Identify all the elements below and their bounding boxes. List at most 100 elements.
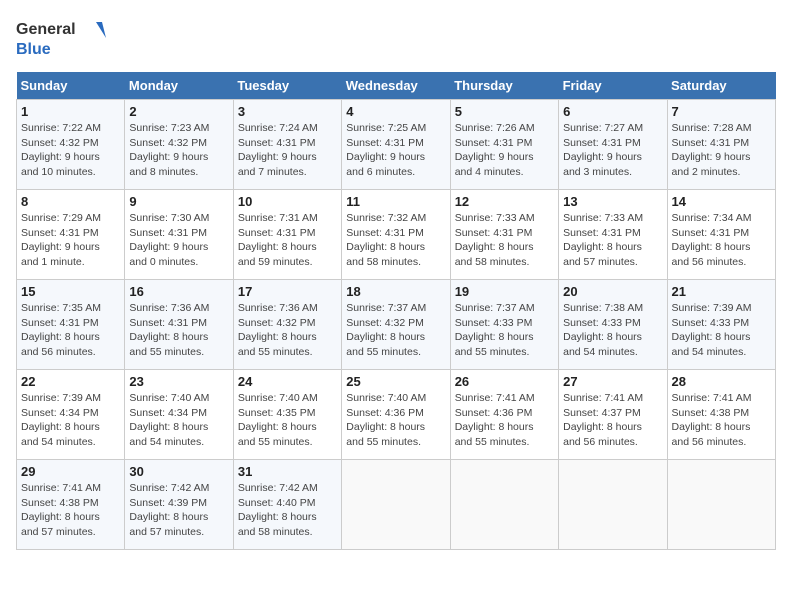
calendar-cell: 24 Sunrise: 7:40 AMSunset: 4:35 PMDayligh… — [233, 370, 341, 460]
calendar-header-wednesday: Wednesday — [342, 72, 450, 100]
day-number: 4 — [346, 104, 445, 119]
calendar-week-3: 15 Sunrise: 7:35 AMSunset: 4:31 PMDayligh… — [17, 280, 776, 370]
calendar-cell: 30Sunrise: 7:42 AMSunset: 4:39 PMDayligh… — [125, 460, 233, 550]
day-number: 23 — [129, 374, 228, 389]
logo-icon: General Blue — [16, 16, 106, 60]
day-info: Sunrise: 7:37 AMSunset: 4:33 PMDaylight:… — [455, 301, 554, 360]
day-info: Sunrise: 7:30 AMSunset: 4:31 PMDaylight:… — [129, 211, 228, 270]
day-info: Sunrise: 7:36 AMSunset: 4:32 PMDaylight:… — [238, 301, 337, 360]
day-info: Sunrise: 7:31 AMSunset: 4:31 PMDaylight:… — [238, 211, 337, 270]
logo: General Blue — [16, 16, 106, 60]
day-number: 18 — [346, 284, 445, 299]
day-info: Sunrise: 7:39 AMSunset: 4:33 PMDaylight:… — [672, 301, 771, 360]
day-number: 14 — [672, 194, 771, 209]
calendar-header-friday: Friday — [559, 72, 667, 100]
day-info: Sunrise: 7:40 AMSunset: 4:36 PMDaylight:… — [346, 391, 445, 450]
day-info: Sunrise: 7:40 AMSunset: 4:34 PMDaylight:… — [129, 391, 228, 450]
calendar-cell: 16 Sunrise: 7:36 AMSunset: 4:31 PMDayligh… — [125, 280, 233, 370]
day-info: Sunrise: 7:25 AMSunset: 4:31 PMDaylight:… — [346, 121, 445, 180]
calendar-cell: 21 Sunrise: 7:39 AMSunset: 4:33 PMDayligh… — [667, 280, 775, 370]
day-info: Sunrise: 7:41 AMSunset: 4:38 PMDaylight:… — [21, 481, 120, 540]
calendar-cell: 10 Sunrise: 7:31 AMSunset: 4:31 PMDayligh… — [233, 190, 341, 280]
day-number: 20 — [563, 284, 662, 299]
day-number: 24 — [238, 374, 337, 389]
day-number: 28 — [672, 374, 771, 389]
day-number: 1 — [21, 104, 120, 119]
day-number: 16 — [129, 284, 228, 299]
calendar-week-4: 22 Sunrise: 7:39 AMSunset: 4:34 PMDayligh… — [17, 370, 776, 460]
day-info: Sunrise: 7:28 AMSunset: 4:31 PMDaylight:… — [672, 121, 771, 180]
calendar-cell: 8 Sunrise: 7:29 AMSunset: 4:31 PMDaylight… — [17, 190, 125, 280]
calendar-cell: 14Sunrise: 7:34 AMSunset: 4:31 PMDayligh… — [667, 190, 775, 280]
day-number: 6 — [563, 104, 662, 119]
calendar-cell: 11 Sunrise: 7:32 AMSunset: 4:31 PMDayligh… — [342, 190, 450, 280]
calendar-cell: 13 Sunrise: 7:33 AMSunset: 4:31 PMDayligh… — [559, 190, 667, 280]
day-number: 17 — [238, 284, 337, 299]
calendar-week-2: 8 Sunrise: 7:29 AMSunset: 4:31 PMDaylight… — [17, 190, 776, 280]
day-number: 15 — [21, 284, 120, 299]
calendar-week-1: 1 Sunrise: 7:22 AMSunset: 4:32 PMDaylight… — [17, 100, 776, 190]
calendar-cell: 28Sunrise: 7:41 AMSunset: 4:38 PMDayligh… — [667, 370, 775, 460]
svg-text:General: General — [16, 21, 76, 38]
calendar-cell: 5 Sunrise: 7:26 AMSunset: 4:31 PMDaylight… — [450, 100, 558, 190]
day-info: Sunrise: 7:42 AMSunset: 4:40 PMDaylight:… — [238, 481, 337, 540]
day-info: Sunrise: 7:41 AMSunset: 4:36 PMDaylight:… — [455, 391, 554, 450]
day-number: 5 — [455, 104, 554, 119]
day-number: 29 — [21, 464, 120, 479]
calendar-cell: 1 Sunrise: 7:22 AMSunset: 4:32 PMDaylight… — [17, 100, 125, 190]
calendar-table: SundayMondayTuesdayWednesdayThursdayFrid… — [16, 72, 776, 550]
calendar-cell: 7 Sunrise: 7:28 AMSunset: 4:31 PMDaylight… — [667, 100, 775, 190]
calendar-cell — [342, 460, 450, 550]
day-number: 2 — [129, 104, 228, 119]
day-number: 8 — [21, 194, 120, 209]
calendar-cell: 17 Sunrise: 7:36 AMSunset: 4:32 PMDayligh… — [233, 280, 341, 370]
day-info: Sunrise: 7:32 AMSunset: 4:31 PMDaylight:… — [346, 211, 445, 270]
calendar-header-tuesday: Tuesday — [233, 72, 341, 100]
calendar-cell: 3Sunrise: 7:24 AMSunset: 4:31 PMDaylight… — [233, 100, 341, 190]
day-number: 19 — [455, 284, 554, 299]
calendar-cell: 9 Sunrise: 7:30 AMSunset: 4:31 PMDaylight… — [125, 190, 233, 280]
day-info: Sunrise: 7:40 AMSunset: 4:35 PMDaylight:… — [238, 391, 337, 450]
day-number: 26 — [455, 374, 554, 389]
day-number: 11 — [346, 194, 445, 209]
day-number: 22 — [21, 374, 120, 389]
day-number: 21 — [672, 284, 771, 299]
calendar-cell: 23 Sunrise: 7:40 AMSunset: 4:34 PMDayligh… — [125, 370, 233, 460]
calendar-header-sunday: Sunday — [17, 72, 125, 100]
calendar-cell: 6Sunrise: 7:27 AMSunset: 4:31 PMDaylight… — [559, 100, 667, 190]
calendar-header-monday: Monday — [125, 72, 233, 100]
day-number: 27 — [563, 374, 662, 389]
calendar-cell: 4 Sunrise: 7:25 AMSunset: 4:31 PMDaylight… — [342, 100, 450, 190]
day-info: Sunrise: 7:24 AMSunset: 4:31 PMDaylight:… — [238, 121, 337, 180]
day-number: 9 — [129, 194, 228, 209]
day-info: Sunrise: 7:41 AMSunset: 4:37 PMDaylight:… — [563, 391, 662, 450]
calendar-cell: 2Sunrise: 7:23 AMSunset: 4:32 PMDaylight… — [125, 100, 233, 190]
day-number: 30 — [129, 464, 228, 479]
calendar-cell: 22 Sunrise: 7:39 AMSunset: 4:34 PMDayligh… — [17, 370, 125, 460]
calendar-cell — [559, 460, 667, 550]
day-info: Sunrise: 7:36 AMSunset: 4:31 PMDaylight:… — [129, 301, 228, 360]
calendar-header-thursday: Thursday — [450, 72, 558, 100]
svg-text:Blue: Blue — [16, 41, 51, 58]
calendar-cell: 20 Sunrise: 7:38 AMSunset: 4:33 PMDayligh… — [559, 280, 667, 370]
day-info: Sunrise: 7:37 AMSunset: 4:32 PMDaylight:… — [346, 301, 445, 360]
day-info: Sunrise: 7:29 AMSunset: 4:31 PMDaylight:… — [21, 211, 120, 270]
calendar-cell: 27 Sunrise: 7:41 AMSunset: 4:37 PMDayligh… — [559, 370, 667, 460]
day-info: Sunrise: 7:22 AMSunset: 4:32 PMDaylight:… — [21, 121, 120, 180]
calendar-header-row: SundayMondayTuesdayWednesdayThursdayFrid… — [17, 72, 776, 100]
day-info: Sunrise: 7:33 AMSunset: 4:31 PMDaylight:… — [563, 211, 662, 270]
calendar-cell: 19 Sunrise: 7:37 AMSunset: 4:33 PMDayligh… — [450, 280, 558, 370]
header: General Blue — [16, 16, 776, 60]
calendar-cell: 12Sunrise: 7:33 AMSunset: 4:31 PMDayligh… — [450, 190, 558, 280]
day-number: 13 — [563, 194, 662, 209]
calendar-header-saturday: Saturday — [667, 72, 775, 100]
day-number: 7 — [672, 104, 771, 119]
calendar-cell: 29 Sunrise: 7:41 AMSunset: 4:38 PMDayligh… — [17, 460, 125, 550]
day-info: Sunrise: 7:26 AMSunset: 4:31 PMDaylight:… — [455, 121, 554, 180]
day-number: 31 — [238, 464, 337, 479]
calendar-cell: 31 Sunrise: 7:42 AMSunset: 4:40 PMDayligh… — [233, 460, 341, 550]
day-info: Sunrise: 7:35 AMSunset: 4:31 PMDaylight:… — [21, 301, 120, 360]
day-number: 10 — [238, 194, 337, 209]
day-info: Sunrise: 7:38 AMSunset: 4:33 PMDaylight:… — [563, 301, 662, 360]
day-info: Sunrise: 7:39 AMSunset: 4:34 PMDaylight:… — [21, 391, 120, 450]
